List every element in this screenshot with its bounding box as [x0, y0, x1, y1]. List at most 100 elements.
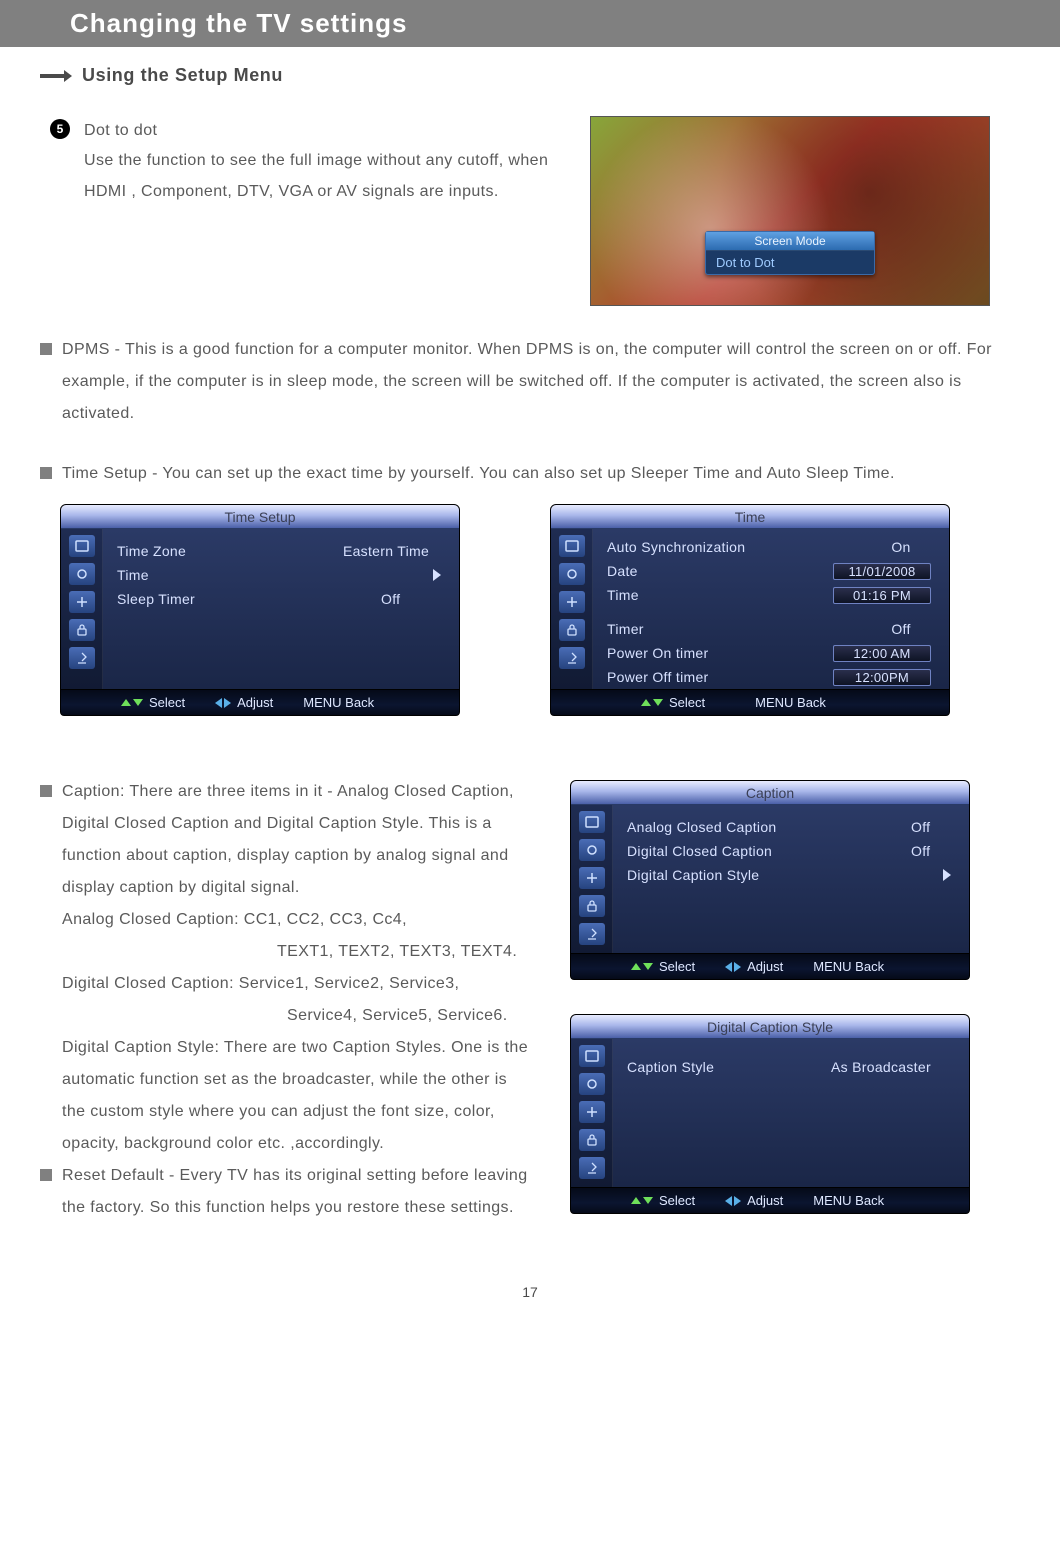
footer-adjust: Adjust: [215, 695, 273, 710]
row-label: Power On timer: [607, 645, 825, 661]
updown-arrows-icon: [641, 699, 663, 706]
row-label: Time: [607, 587, 825, 603]
row-value-boxed: 11/01/2008: [833, 563, 931, 580]
picture-icon: [579, 1045, 605, 1067]
osd-side-icons: [61, 529, 103, 689]
dpms-block: DPMS - This is a good function for a com…: [40, 334, 1020, 430]
lower-columns: Caption: There are three items in it - A…: [40, 776, 1020, 1224]
osd-row: Time: [117, 563, 441, 587]
osd-side-icons: [571, 805, 613, 953]
square-bullet-icon: [40, 1169, 52, 1181]
section-title: Using the Setup Menu: [82, 65, 283, 86]
osd-title: Caption: [571, 781, 969, 805]
onscreen-popup-title: Screen Mode: [706, 232, 874, 251]
footer-label: Adjust: [747, 1193, 783, 1208]
osd-row: Digital Caption Style: [627, 863, 951, 887]
settings-icon: [69, 591, 95, 613]
row-value: Off: [871, 621, 931, 637]
osd-rows: Caption Style As Broadcaster: [613, 1039, 969, 1187]
row-label: Date: [607, 563, 825, 579]
footer-select: Select: [631, 959, 695, 974]
channel-icon: [69, 647, 95, 669]
submenu-arrow-icon: [433, 569, 441, 581]
footer-label: Adjust: [747, 959, 783, 974]
channel-icon: [559, 647, 585, 669]
osd-side-icons: [551, 529, 593, 689]
osd-row: Power On timer 12:00 AM: [607, 641, 931, 665]
osd-time-setup: Time Setup Time Zone Eastern Time Time: [60, 504, 460, 716]
footer-select: Select: [631, 1193, 695, 1208]
footer-menuback: MENU Back: [813, 959, 884, 974]
osd-row: Timer Off: [607, 617, 931, 641]
footer-menuback: MENU Back: [813, 1193, 884, 1208]
page-number: 17: [40, 1284, 1020, 1300]
osd-footer: Select Adjust MENU Back: [61, 689, 459, 715]
row-value: On: [871, 539, 931, 555]
onscreen-popup: Screen Mode Dot to Dot: [705, 231, 875, 275]
caption-block: Caption: There are three items in it - A…: [40, 776, 530, 1160]
picture-icon: [559, 535, 585, 557]
osd-digital-caption-style: Digital Caption Style Caption Style As B…: [570, 1014, 970, 1214]
caption-p1: Caption: There are three items in it - A…: [62, 776, 530, 904]
osd-title: Time Setup: [61, 505, 459, 529]
leftright-arrows-icon: [215, 698, 231, 708]
footer-label: Select: [149, 695, 185, 710]
caption-acc2: TEXT1, TEXT2, TEXT3, TEXT4.: [62, 936, 530, 968]
onscreen-popup-value: Dot to Dot: [706, 251, 874, 274]
row-label: Timer: [607, 621, 863, 637]
page-content: Using the Setup Menu 5 Dot to dot Use th…: [0, 65, 1060, 1300]
leftright-arrows-icon: [725, 1196, 741, 1206]
dpms-text: DPMS - This is a good function for a com…: [62, 334, 1020, 430]
timesetup-text: Time Setup - You can set up the exact ti…: [62, 458, 1020, 490]
audio-icon: [559, 563, 585, 585]
osd-footer: Select Adjust MENU Back: [571, 953, 969, 979]
section-header-row: Using the Setup Menu: [40, 65, 1020, 86]
caption-body: Caption: There are three items in it - A…: [62, 776, 530, 1160]
submenu-arrow-icon: [943, 869, 951, 881]
page-title: Changing the TV settings: [0, 0, 1060, 47]
footer-label: Adjust: [237, 695, 273, 710]
footer-label: Select: [669, 695, 705, 710]
footer-select: Select: [121, 695, 185, 710]
audio-icon: [579, 1073, 605, 1095]
caption-text-column: Caption: There are three items in it - A…: [40, 776, 530, 1224]
osd-rows: Time Zone Eastern Time Time Sleep Timer …: [103, 529, 459, 689]
updown-arrows-icon: [121, 699, 143, 706]
channel-icon: [579, 923, 605, 945]
osd-caption: Caption Analog Closed Caption Off: [570, 780, 970, 980]
caption-dcs: Digital Caption Style: There are two Cap…: [62, 1032, 530, 1160]
updown-arrows-icon: [631, 1197, 653, 1204]
osd-title: Time: [551, 505, 949, 529]
square-bullet-icon: [40, 467, 52, 479]
row-value: As Broadcaster: [831, 1059, 951, 1075]
osd-rows: Analog Closed Caption Off Digital Closed…: [613, 805, 969, 953]
osd-footer: Select MENU Back: [551, 689, 949, 715]
step-number-badge: 5: [50, 119, 70, 139]
settings-icon: [579, 867, 605, 889]
picture-icon: [69, 535, 95, 557]
osd-row: Analog Closed Caption Off: [627, 815, 951, 839]
row-label: Digital Caption Style: [627, 867, 935, 883]
osd-row: Caption Style As Broadcaster: [627, 1055, 951, 1079]
leftright-arrows-icon: [725, 962, 741, 972]
footer-select: Select: [641, 695, 705, 710]
example-photo: Screen Mode Dot to Dot: [590, 116, 990, 306]
lock-icon: [579, 895, 605, 917]
lock-icon: [559, 619, 585, 641]
osd-row: Date 11/01/2008: [607, 559, 931, 583]
caption-dcc1: Digital Closed Caption: Service1, Servic…: [62, 968, 530, 1000]
caption-acc1: Analog Closed Caption: CC1, CC2, CC3, Cc…: [62, 904, 530, 936]
footer-label: Select: [659, 1193, 695, 1208]
osd-time: Time Auto Synchronization On Date: [550, 504, 950, 716]
audio-icon: [579, 839, 605, 861]
row-label: Auto Synchronization: [607, 539, 863, 555]
dot-to-dot-block: 5 Dot to dot Use the function to see the…: [40, 116, 1020, 306]
settings-icon: [579, 1101, 605, 1123]
timesetup-block: Time Setup - You can set up the exact ti…: [40, 458, 1020, 490]
row-label: Analog Closed Caption: [627, 819, 903, 835]
row-value-boxed: 12:00PM: [833, 669, 931, 686]
footer-adjust: Adjust: [725, 959, 783, 974]
osd-rows: Auto Synchronization On Date 11/01/2008 …: [593, 529, 949, 689]
row-label: Digital Closed Caption: [627, 843, 903, 859]
lock-icon: [69, 619, 95, 641]
